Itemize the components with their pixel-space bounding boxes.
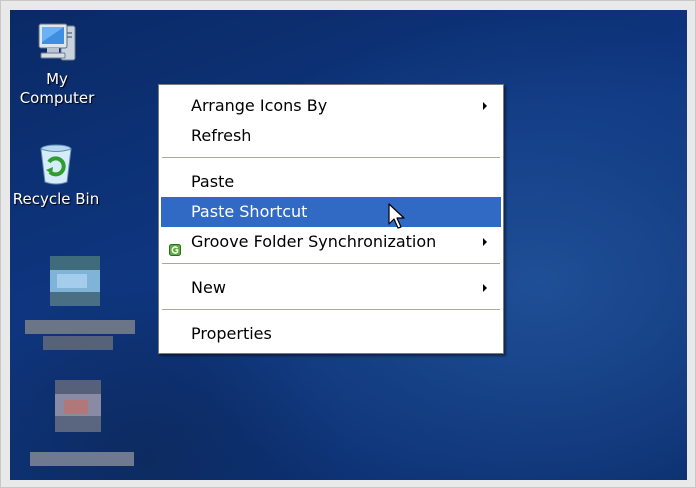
menu-item-properties[interactable]: Properties — [161, 319, 501, 349]
menu-separator — [162, 263, 500, 264]
menu-item-paste[interactable]: Paste — [161, 167, 501, 197]
menu-separator — [162, 157, 500, 158]
submenu-arrow-icon — [483, 238, 487, 246]
my-computer-label-line2: Computer — [19, 89, 95, 107]
screenshot-frame: My Computer Recycle Bin Arrange Icons By… — [0, 0, 696, 488]
pixelated-icon[interactable] — [28, 380, 138, 480]
menu-item-label: Properties — [191, 324, 272, 343]
menu-item-new[interactable]: New — [161, 273, 501, 303]
menu-item-refresh[interactable]: Refresh — [161, 121, 501, 151]
submenu-arrow-icon — [483, 284, 487, 292]
my-computer-label-line1: My — [46, 70, 68, 88]
desktop-icon-recycle-bin[interactable]: Recycle Bin — [10, 140, 106, 209]
menu-item-arrange-icons-by[interactable]: Arrange Icons By — [161, 91, 501, 121]
menu-item-label: Paste Shortcut — [191, 202, 308, 221]
menu-item-label: New — [191, 278, 226, 297]
menu-item-label: Paste — [191, 172, 235, 191]
pixelated-icon[interactable] — [25, 256, 135, 366]
menu-separator — [162, 309, 500, 310]
desktop[interactable]: My Computer Recycle Bin Arrange Icons By… — [10, 10, 687, 480]
recycle-bin-label: Recycle Bin — [12, 190, 100, 208]
mouse-cursor-icon — [388, 203, 410, 235]
my-computer-icon — [10, 20, 107, 66]
desktop-context-menu: Arrange Icons By Refresh Paste Paste Sho… — [158, 84, 504, 354]
desktop-icon-my-computer[interactable]: My Computer — [10, 20, 107, 108]
menu-item-label: Refresh — [191, 126, 252, 145]
submenu-arrow-icon — [483, 102, 487, 110]
recycle-bin-icon — [10, 140, 106, 186]
menu-item-groove-folder-synchronization[interactable]: Groove Folder Synchronization — [161, 227, 501, 257]
menu-item-paste-shortcut[interactable]: Paste Shortcut — [161, 197, 501, 227]
groove-icon — [169, 236, 181, 266]
menu-item-label: Arrange Icons By — [191, 96, 328, 115]
